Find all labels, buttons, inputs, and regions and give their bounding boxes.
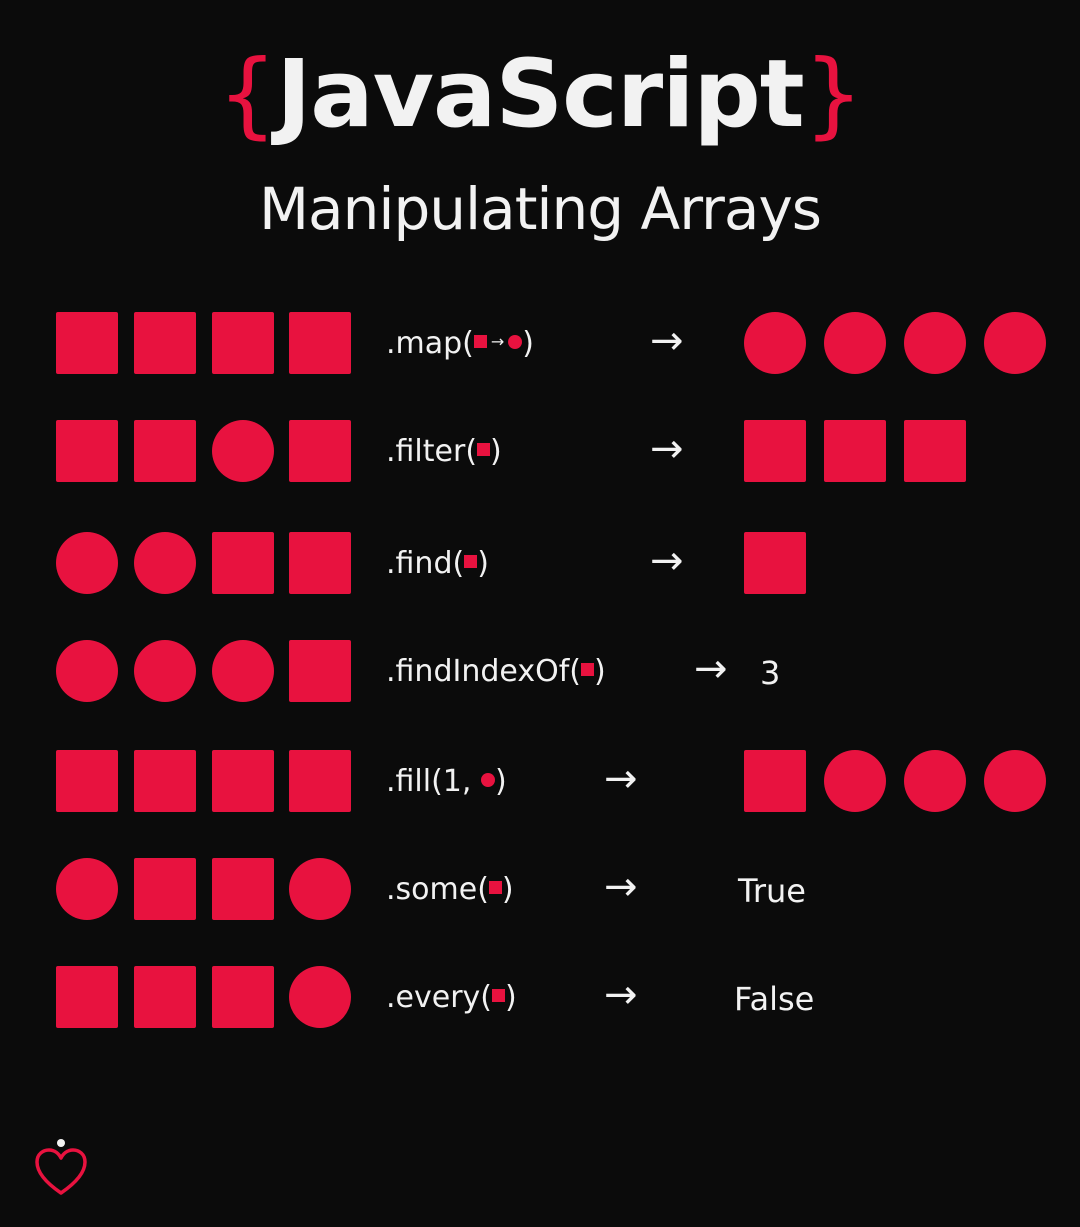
mini-square-icon <box>580 663 594 676</box>
input-square <box>134 966 196 1028</box>
input-square <box>289 532 351 594</box>
method-text: .every( <box>386 980 492 1015</box>
method-label: .findIndexOf() <box>386 654 606 689</box>
input-circle <box>56 858 118 920</box>
result-circle <box>824 750 886 812</box>
close-brace: } <box>803 40 864 149</box>
input-square <box>289 750 351 812</box>
input-circle <box>134 640 196 702</box>
heart-icon[interactable] <box>34 1138 88 1198</box>
mini-circle-icon <box>508 334 523 349</box>
method-text: ) <box>477 546 489 581</box>
mini-square-icon <box>473 335 487 348</box>
arrow-icon: → <box>604 864 638 910</box>
mini-square-icon <box>488 881 502 894</box>
input-square <box>134 858 196 920</box>
method-row: .fill(1, ) → <box>0 750 1080 814</box>
method-text: .find( <box>386 546 465 581</box>
input-square <box>212 966 274 1028</box>
method-text: .filter( <box>386 434 478 469</box>
method-text: .map( <box>386 326 474 361</box>
input-square <box>56 312 118 374</box>
arrow-icon: → <box>604 756 638 802</box>
input-square <box>134 750 196 812</box>
mini-circle-icon <box>480 772 495 787</box>
method-row: .filter() → <box>0 420 1080 484</box>
input-circle <box>56 532 118 594</box>
mini-square-icon <box>464 555 478 568</box>
arrow-icon: → <box>604 972 638 1018</box>
input-square <box>212 858 274 920</box>
method-label: .find() <box>386 546 489 581</box>
method-label: .some() <box>386 872 514 907</box>
result-circle <box>904 312 966 374</box>
input-circle <box>289 858 351 920</box>
mini-square-icon <box>477 443 491 456</box>
input-square <box>134 312 196 374</box>
result-square <box>744 420 806 482</box>
method-text: ) <box>490 434 502 469</box>
method-text: .findIndexOf( <box>386 654 581 689</box>
method-text: ) <box>522 326 535 361</box>
input-square <box>212 532 274 594</box>
result-value: 3 <box>760 654 781 692</box>
method-label: .filter() <box>386 434 502 469</box>
page-subtitle: Manipulating Arrays <box>259 175 822 243</box>
result-circle <box>904 750 966 812</box>
input-square <box>56 966 118 1028</box>
input-circle <box>212 640 274 702</box>
input-square <box>212 750 274 812</box>
input-square <box>289 640 351 702</box>
result-circle <box>984 312 1046 374</box>
arrow-icon: → <box>694 646 728 692</box>
mini-arrow-icon: → <box>490 332 505 351</box>
page-title: {JavaScript} <box>0 48 1080 142</box>
input-square <box>56 420 118 482</box>
method-label: .fill(1, ) <box>386 764 507 799</box>
arrow-icon: → <box>650 318 684 364</box>
method-row: .findIndexOf() → 3 <box>0 640 1080 704</box>
method-text: .fill(1, <box>386 764 481 799</box>
input-square <box>289 312 351 374</box>
result-value: False <box>734 980 815 1018</box>
method-row: .find() → <box>0 532 1080 596</box>
method-label: .map( →) <box>386 326 534 361</box>
input-circle <box>289 966 351 1028</box>
input-circle <box>134 532 196 594</box>
input-square <box>134 420 196 482</box>
input-square <box>56 750 118 812</box>
arrow-icon: → <box>650 426 684 472</box>
method-text: ) <box>593 654 606 689</box>
result-circle <box>744 312 806 374</box>
input-circle <box>56 640 118 702</box>
method-text: ) <box>494 764 507 799</box>
method-text: ) <box>505 980 517 1015</box>
result-square <box>744 750 806 812</box>
result-square <box>744 532 806 594</box>
title-text: JavaScript <box>276 40 804 149</box>
input-square <box>212 312 274 374</box>
method-label: .every() <box>386 980 517 1015</box>
method-row: .every() → False <box>0 966 1080 1030</box>
result-value: True <box>738 872 806 910</box>
mini-square-icon <box>492 989 505 1002</box>
input-square <box>289 420 351 482</box>
result-square <box>904 420 966 482</box>
method-row: .map( →) → <box>0 312 1080 376</box>
method-text: .some( <box>386 872 489 907</box>
method-text: ) <box>501 872 514 907</box>
method-row: .some() → True <box>0 858 1080 922</box>
result-circle <box>984 750 1046 812</box>
input-circle <box>212 420 274 482</box>
result-square <box>824 420 886 482</box>
arrow-icon: → <box>650 538 684 584</box>
result-circle <box>824 312 886 374</box>
open-brace: { <box>217 40 278 149</box>
